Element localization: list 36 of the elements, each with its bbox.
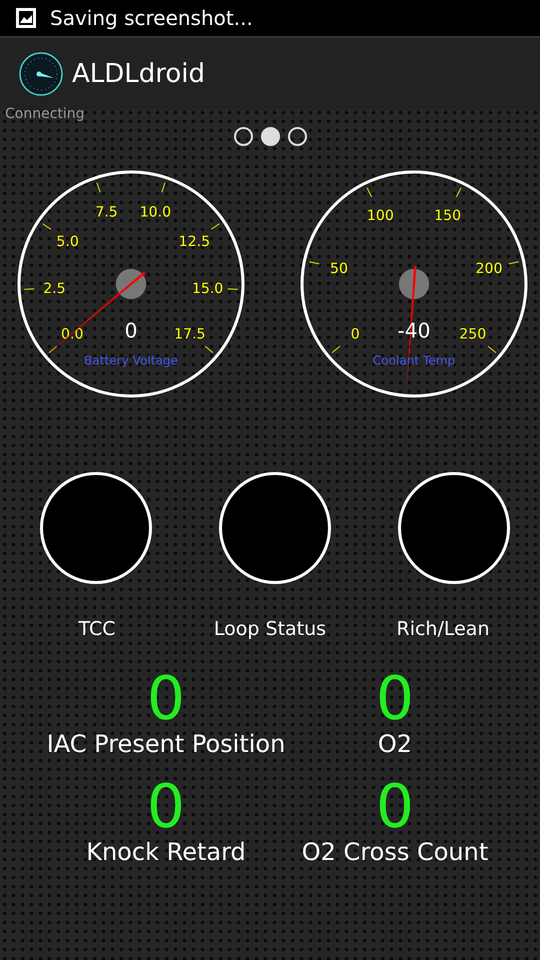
readout-label: IAC Present Position xyxy=(46,730,286,758)
readout-label: O2 xyxy=(378,730,412,758)
indicator-label: TCC xyxy=(77,618,117,640)
dial-label: 12.5 xyxy=(178,234,210,250)
connection-status: Connecting xyxy=(5,106,85,122)
status-text: Saving screenshot... xyxy=(50,6,253,30)
dial-label: 250 xyxy=(459,326,486,342)
indicator-label: Loop Status xyxy=(212,618,328,640)
dial-label: 100 xyxy=(366,208,394,224)
readout-value: 0 xyxy=(146,776,186,838)
dial-label: 17.5 xyxy=(174,326,206,342)
dial-label: 200 xyxy=(476,261,502,278)
indicator-label: Rich/Lean xyxy=(396,618,490,640)
page-indicator-dot[interactable] xyxy=(234,126,252,146)
page-indicator-dot[interactable] xyxy=(288,126,306,146)
dial-label: 0 xyxy=(350,326,360,342)
needle-hub xyxy=(398,268,430,300)
readout-label: Knock Retard xyxy=(86,838,246,866)
dial-label: 50 xyxy=(330,261,348,278)
readout-value: 0 xyxy=(376,776,414,838)
gauge-reading: 0 xyxy=(124,318,138,342)
gauge-icon[interactable] xyxy=(18,51,64,97)
image-icon xyxy=(16,8,36,28)
needle-hub xyxy=(116,268,146,300)
dial-label: 5.0 xyxy=(56,234,79,250)
dial-label: 10.0 xyxy=(140,204,172,220)
app-title: ALDLdroid xyxy=(72,59,206,89)
readout-value: 0 xyxy=(146,668,186,730)
page-indicator-dot[interactable] xyxy=(260,126,280,146)
dial-label: 150 xyxy=(434,208,462,224)
dial-label: 2.5 xyxy=(43,280,66,297)
dial-label: 15.0 xyxy=(192,280,224,297)
readout-label: O2 Cross Count xyxy=(302,838,488,866)
gauge-title: Battery Voltage xyxy=(84,354,178,368)
readout-value: 0 xyxy=(376,668,414,730)
dial-label: 7.5 xyxy=(95,204,118,220)
